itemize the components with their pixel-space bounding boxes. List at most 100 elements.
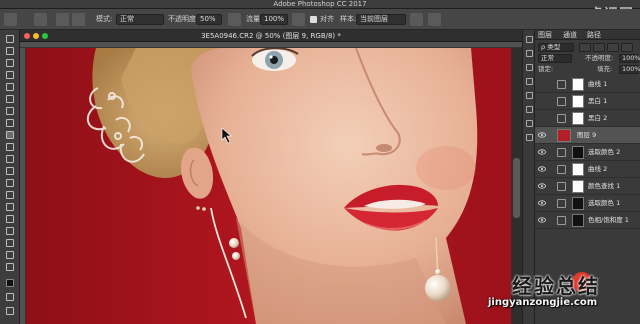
layer-thumbnail[interactable] <box>557 129 571 142</box>
clone-stamp-preset-icon[interactable] <box>4 13 17 26</box>
quick-mask-icon[interactable] <box>4 292 16 302</box>
layer-mask-thumbnail[interactable] <box>572 95 584 108</box>
blur-tool-icon[interactable] <box>4 178 16 188</box>
properties-panel-icon[interactable] <box>526 50 533 57</box>
character-panel-icon[interactable] <box>526 106 533 113</box>
layer-row-color-lookup-1[interactable]: 颜色查找 1 <box>535 178 640 195</box>
tab-layers[interactable]: 图层 <box>538 31 552 39</box>
paragraph-panel-icon[interactable] <box>526 120 533 127</box>
visibility-eye-icon[interactable] <box>538 166 546 172</box>
adjustments-panel-icon[interactable] <box>526 64 533 71</box>
layer-row-selective-color-1[interactable]: 选取颜色 1 <box>535 195 640 212</box>
history-brush-tool-icon[interactable] <box>4 142 16 152</box>
layer-name: 图层 9 <box>577 131 597 139</box>
layer-mask-thumbnail[interactable] <box>572 197 584 210</box>
airbrush-icon[interactable] <box>292 13 305 26</box>
opacity-field[interactable]: 50% <box>196 14 222 25</box>
flow-field[interactable]: 100% <box>260 14 288 25</box>
sample-label: 样本: <box>340 15 357 23</box>
watermark-url: jingyanzongjie.com <box>488 297 598 308</box>
dodge-tool-icon[interactable] <box>4 190 16 200</box>
tab-paths[interactable]: 路径 <box>587 31 601 39</box>
document-tab-bar: 3E5A0946.CR2 @ 50% (图层 9, RGB/8) * <box>20 30 522 42</box>
mode-select[interactable]: 正常 <box>116 14 164 25</box>
fill-label: 填充: <box>597 65 613 73</box>
brush-panel-toggle-icon[interactable] <box>56 13 69 26</box>
filter-pixel-icon[interactable] <box>579 43 591 52</box>
ignore-adjustment-layers-icon[interactable] <box>410 13 423 26</box>
hand-tool-icon[interactable] <box>4 250 16 260</box>
visibility-eye-icon[interactable] <box>538 183 546 189</box>
align-checkbox[interactable] <box>310 16 317 23</box>
screen-mode-icon[interactable] <box>4 306 16 316</box>
brush-panel-icon[interactable] <box>526 78 533 85</box>
clone-source-icon[interactable] <box>526 92 533 99</box>
foreground-color-swatch[interactable] <box>4 278 16 288</box>
layer-row-bw-1[interactable]: 黑白 1 <box>535 93 640 110</box>
pressure-size-icon[interactable] <box>428 13 441 26</box>
crop-tool-icon[interactable] <box>4 82 16 92</box>
brush-tool-icon[interactable] <box>4 118 16 128</box>
scrollbar-thumb[interactable] <box>513 158 520 218</box>
visibility-eye-icon[interactable] <box>538 200 546 206</box>
path-select-tool-icon[interactable] <box>4 226 16 236</box>
layer-row-selective-color-2[interactable]: 选取颜色 2 <box>535 144 640 161</box>
clone-stamp-tool-icon[interactable] <box>4 130 16 140</box>
layer-row-layer-9[interactable]: 图层 9 <box>535 127 640 144</box>
blend-mode-select[interactable]: 正常 <box>538 54 572 63</box>
layer-opacity-field[interactable]: 100% <box>619 54 640 63</box>
layer-name: 黑白 1 <box>588 97 608 105</box>
layer-mask-thumbnail[interactable] <box>572 163 584 176</box>
layer-row-hue-saturation-1[interactable]: 色相/饱和度 1 <box>535 212 640 229</box>
fill-field[interactable]: 100% <box>619 65 640 74</box>
pressure-opacity-icon[interactable] <box>228 13 241 26</box>
eyedropper-tool-icon[interactable] <box>4 94 16 104</box>
layers-panel-tabs: 图层 通道 路径 <box>535 30 640 40</box>
layer-kind-filter[interactable]: ρ 类型 <box>538 43 574 52</box>
layer-name: 选取颜色 2 <box>588 148 621 156</box>
tools-panel <box>0 30 20 324</box>
hue-saturation-icon <box>557 216 566 225</box>
layer-name: 选取颜色 1 <box>588 199 621 207</box>
selective-color-icon <box>557 148 566 157</box>
clone-source-panel-icon[interactable] <box>72 13 85 26</box>
marquee-tool-icon[interactable] <box>4 46 16 56</box>
layer-opacity-label: 不透明度: <box>585 54 614 62</box>
document-tab-title[interactable]: 3E5A0946.CR2 @ 50% (图层 9, RGB/8) * <box>20 30 522 42</box>
layer-mask-thumbnail[interactable] <box>572 78 584 91</box>
layer-row-curves-2[interactable]: 曲线 2 <box>535 161 640 178</box>
mode-label: 模式: <box>96 15 113 23</box>
sample-select[interactable]: 当前图层 <box>356 14 406 25</box>
filter-shape-icon[interactable] <box>621 43 633 52</box>
layer-row-curves-1[interactable]: 曲线 1 <box>535 76 640 93</box>
layer-name: 曲线 1 <box>588 80 608 88</box>
visibility-eye-icon[interactable] <box>538 132 546 138</box>
swatches-panel-icon[interactable] <box>526 134 533 141</box>
filter-adjustment-icon[interactable] <box>593 43 605 52</box>
layer-mask-thumbnail[interactable] <box>572 146 584 159</box>
type-tool-icon[interactable] <box>4 214 16 224</box>
eraser-tool-icon[interactable] <box>4 154 16 164</box>
visibility-eye-icon[interactable] <box>538 149 546 155</box>
document-canvas[interactable] <box>26 48 511 324</box>
layer-mask-thumbnail[interactable] <box>572 214 584 227</box>
layer-row-bw-2[interactable]: 黑白 2 <box>535 110 640 127</box>
quick-select-tool-icon[interactable] <box>4 70 16 80</box>
healing-brush-tool-icon[interactable] <box>4 106 16 116</box>
filter-type-icon[interactable] <box>607 43 619 52</box>
layer-name: 黑白 2 <box>588 114 608 122</box>
gradient-tool-icon[interactable] <box>4 166 16 176</box>
tab-channels[interactable]: 通道 <box>563 31 577 39</box>
shape-tool-icon[interactable] <box>4 238 16 248</box>
lasso-tool-icon[interactable] <box>4 58 16 68</box>
layer-mask-thumbnail[interactable] <box>572 112 584 125</box>
layer-mask-thumbnail[interactable] <box>572 180 584 193</box>
history-panel-icon[interactable] <box>526 36 533 43</box>
pen-tool-icon[interactable] <box>4 202 16 212</box>
move-tool-icon[interactable] <box>4 34 16 44</box>
brush-preset-icon[interactable] <box>34 13 47 26</box>
align-label: 对齐 <box>320 15 334 23</box>
visibility-eye-icon[interactable] <box>538 217 546 223</box>
layer-name: 曲线 2 <box>588 165 608 173</box>
zoom-tool-icon[interactable] <box>4 262 16 272</box>
